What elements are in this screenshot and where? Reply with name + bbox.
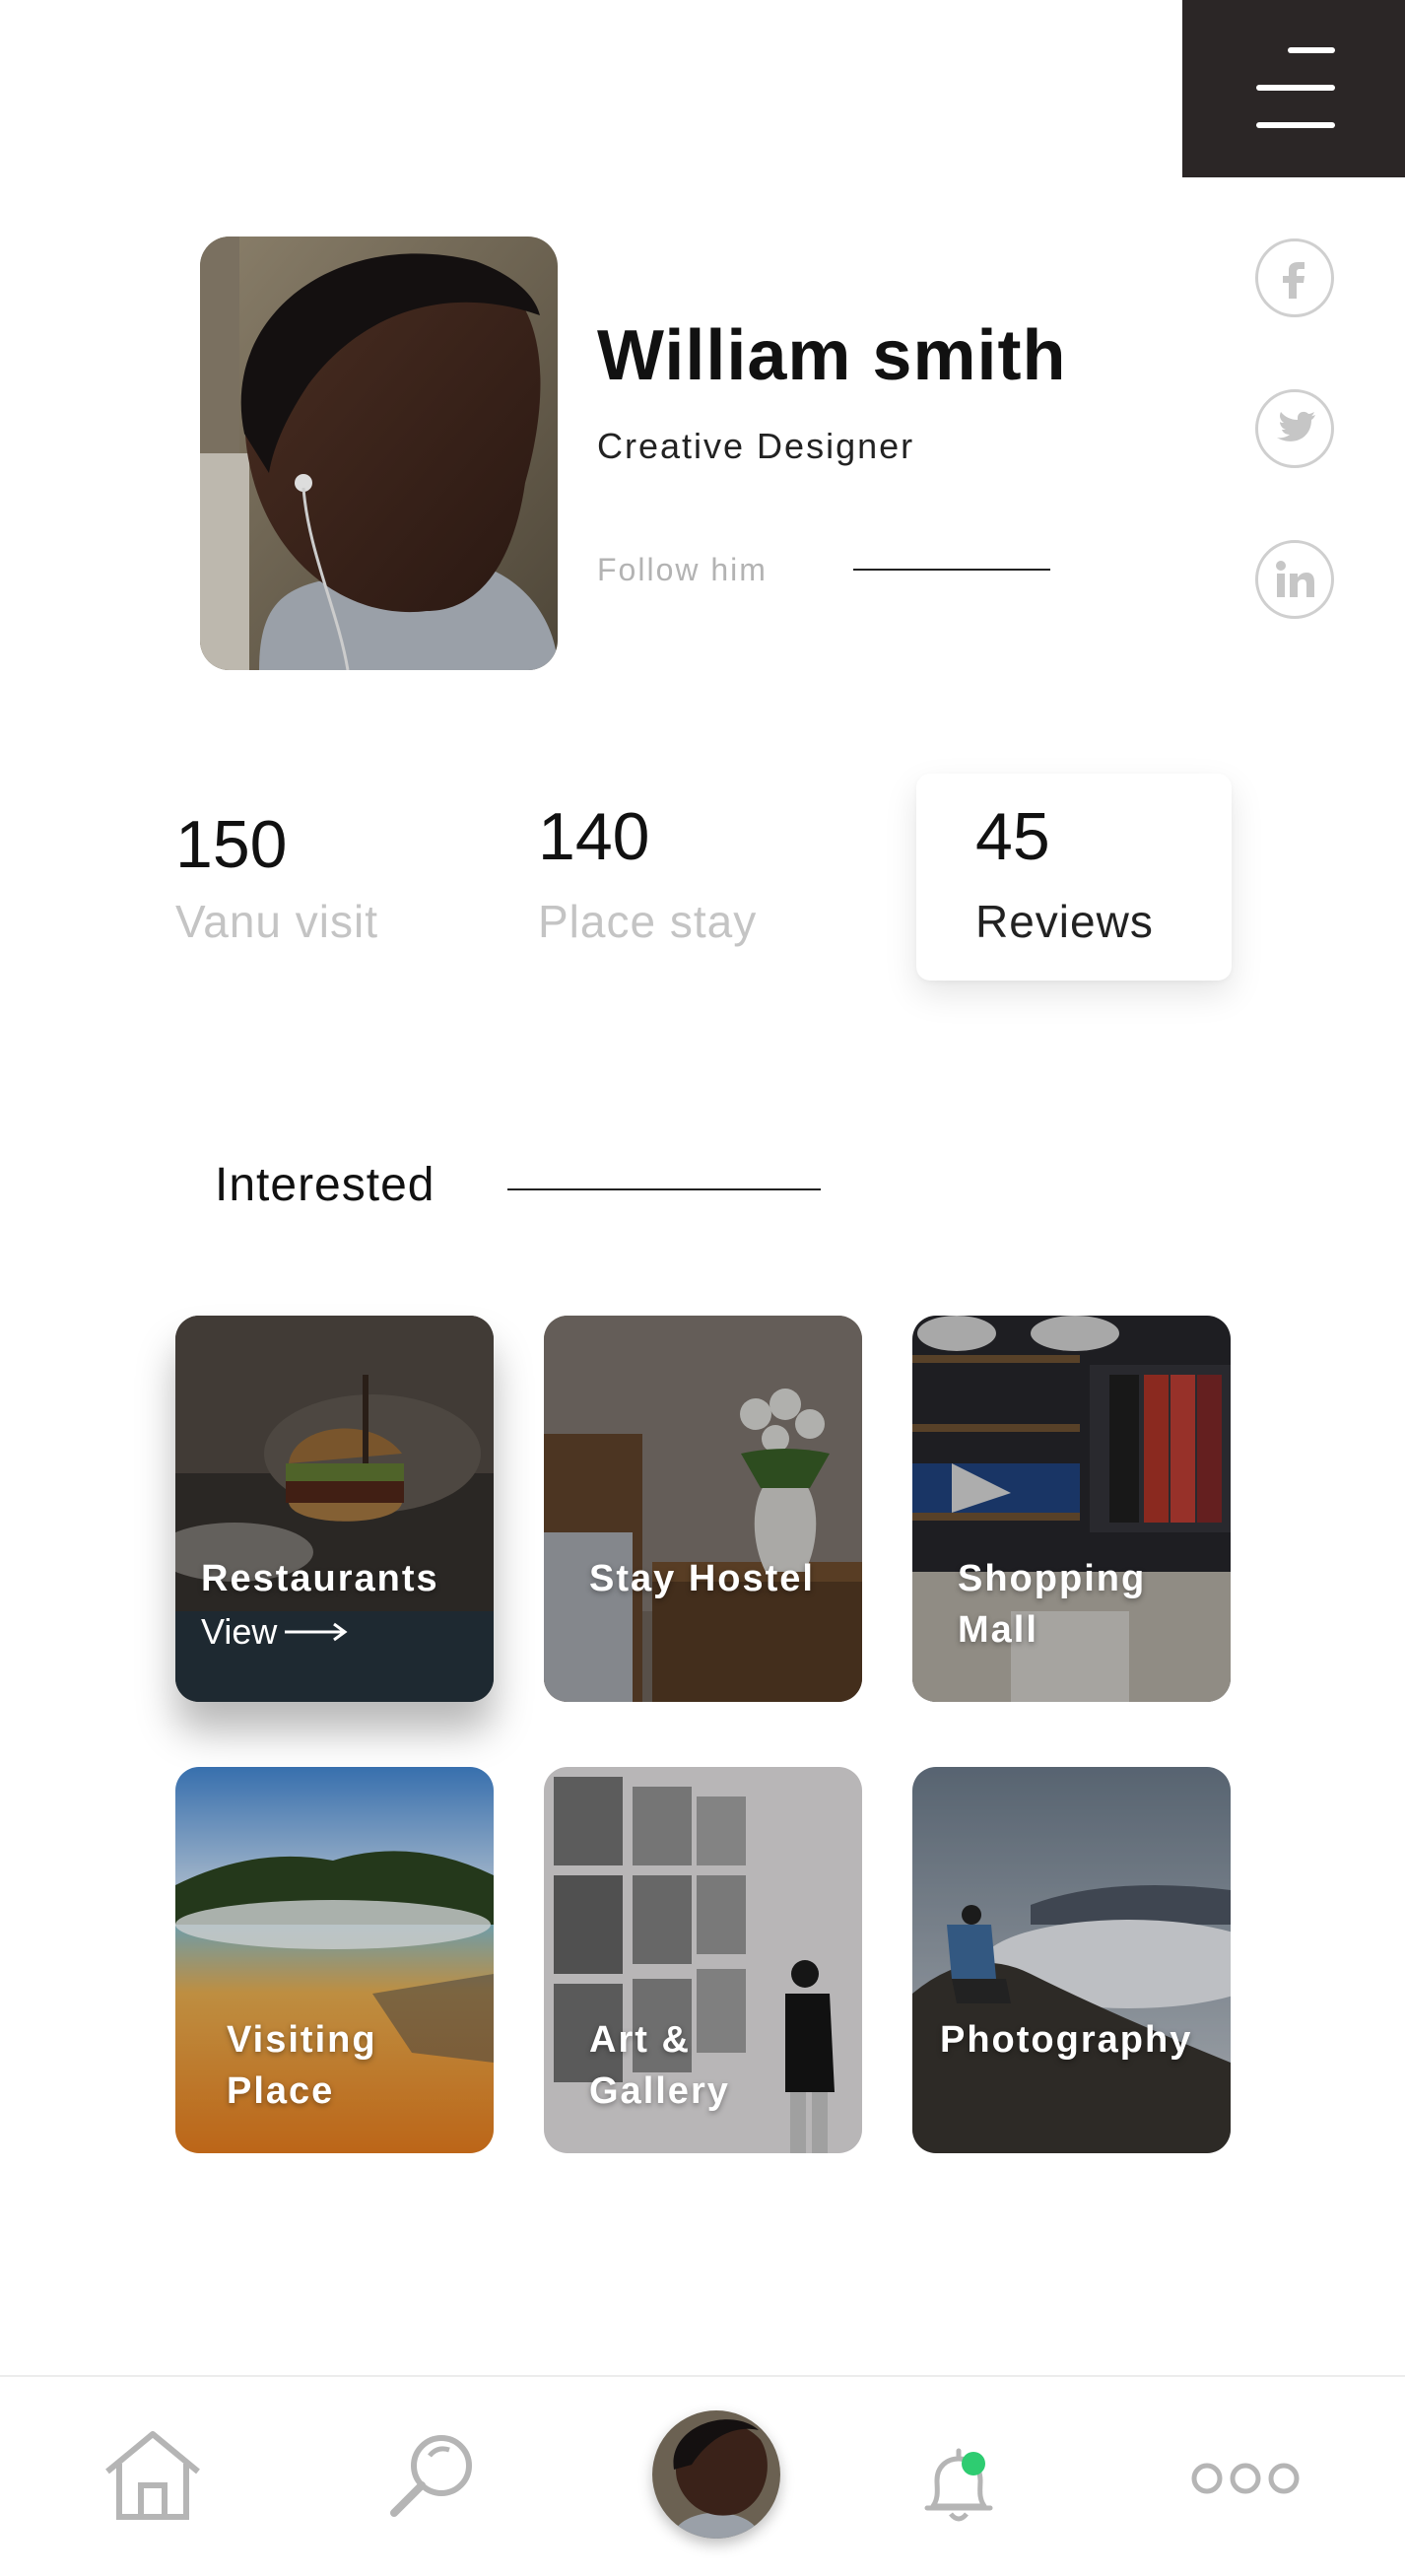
more-icon[interactable]: [1187, 2449, 1304, 2508]
card-photography[interactable]: Photography: [912, 1767, 1231, 2153]
arrow-right-icon: [285, 1622, 348, 1642]
card-stay-hostel[interactable]: Stay Hostel: [544, 1316, 862, 1702]
notification-dot: [962, 2452, 985, 2475]
follow-divider: [853, 569, 1050, 571]
home-icon[interactable]: [99, 2426, 207, 2525]
search-icon[interactable]: [382, 2426, 481, 2525]
card-label-line1: Art &: [589, 2019, 691, 2061]
reviews-card[interactable]: [916, 774, 1232, 981]
card-visiting-place[interactable]: Visiting Place: [175, 1767, 494, 2153]
linkedin-icon[interactable]: [1255, 540, 1334, 619]
stat-reviews-value: 45: [975, 799, 1050, 874]
card-overlay: [544, 1316, 862, 1702]
card-label: Stay Hostel: [589, 1558, 815, 1599]
profile-name: William smith: [597, 316, 1067, 395]
card-label-line1: Visiting: [227, 2019, 377, 2061]
section-divider: [507, 1188, 821, 1190]
section-title: Interested: [215, 1159, 435, 1211]
card-art-gallery[interactable]: Art & Gallery: [544, 1767, 862, 2153]
stat-stays-value: 140: [538, 799, 650, 874]
bell-icon[interactable]: [911, 2439, 1006, 2534]
profile-photo: [200, 237, 558, 670]
card-overlay: [912, 1767, 1231, 2153]
card-label: Photography: [940, 2019, 1193, 2061]
follow-label: Follow him: [597, 552, 768, 587]
card-label-line2: Mall: [958, 1609, 1038, 1651]
stat-visits-label: Vanu visit: [175, 896, 379, 947]
stat-reviews-label: Reviews: [975, 896, 1154, 947]
card-label: Restaurants: [201, 1558, 439, 1599]
stat-stays-label: Place stay: [538, 896, 758, 947]
card-label-line1: Shopping: [958, 1558, 1147, 1599]
twitter-icon[interactable]: [1255, 389, 1334, 468]
facebook-icon[interactable]: [1255, 238, 1334, 317]
card-restaurants[interactable]: Restaurants View: [175, 1316, 494, 1702]
profile-avatar[interactable]: [652, 2410, 780, 2539]
card-label-line2: Place: [227, 2070, 335, 2112]
card-label-line2: Gallery: [589, 2070, 730, 2112]
view-link[interactable]: View: [201, 1611, 348, 1653]
view-link-label: View: [201, 1611, 278, 1652]
profile-role: Creative Designer: [597, 426, 915, 466]
hamburger-menu-icon[interactable]: [1256, 47, 1335, 128]
stat-visits-value: 150: [175, 807, 288, 882]
card-shopping-mall[interactable]: Shopping Mall: [912, 1316, 1231, 1702]
card-overlay: [175, 1767, 494, 2153]
